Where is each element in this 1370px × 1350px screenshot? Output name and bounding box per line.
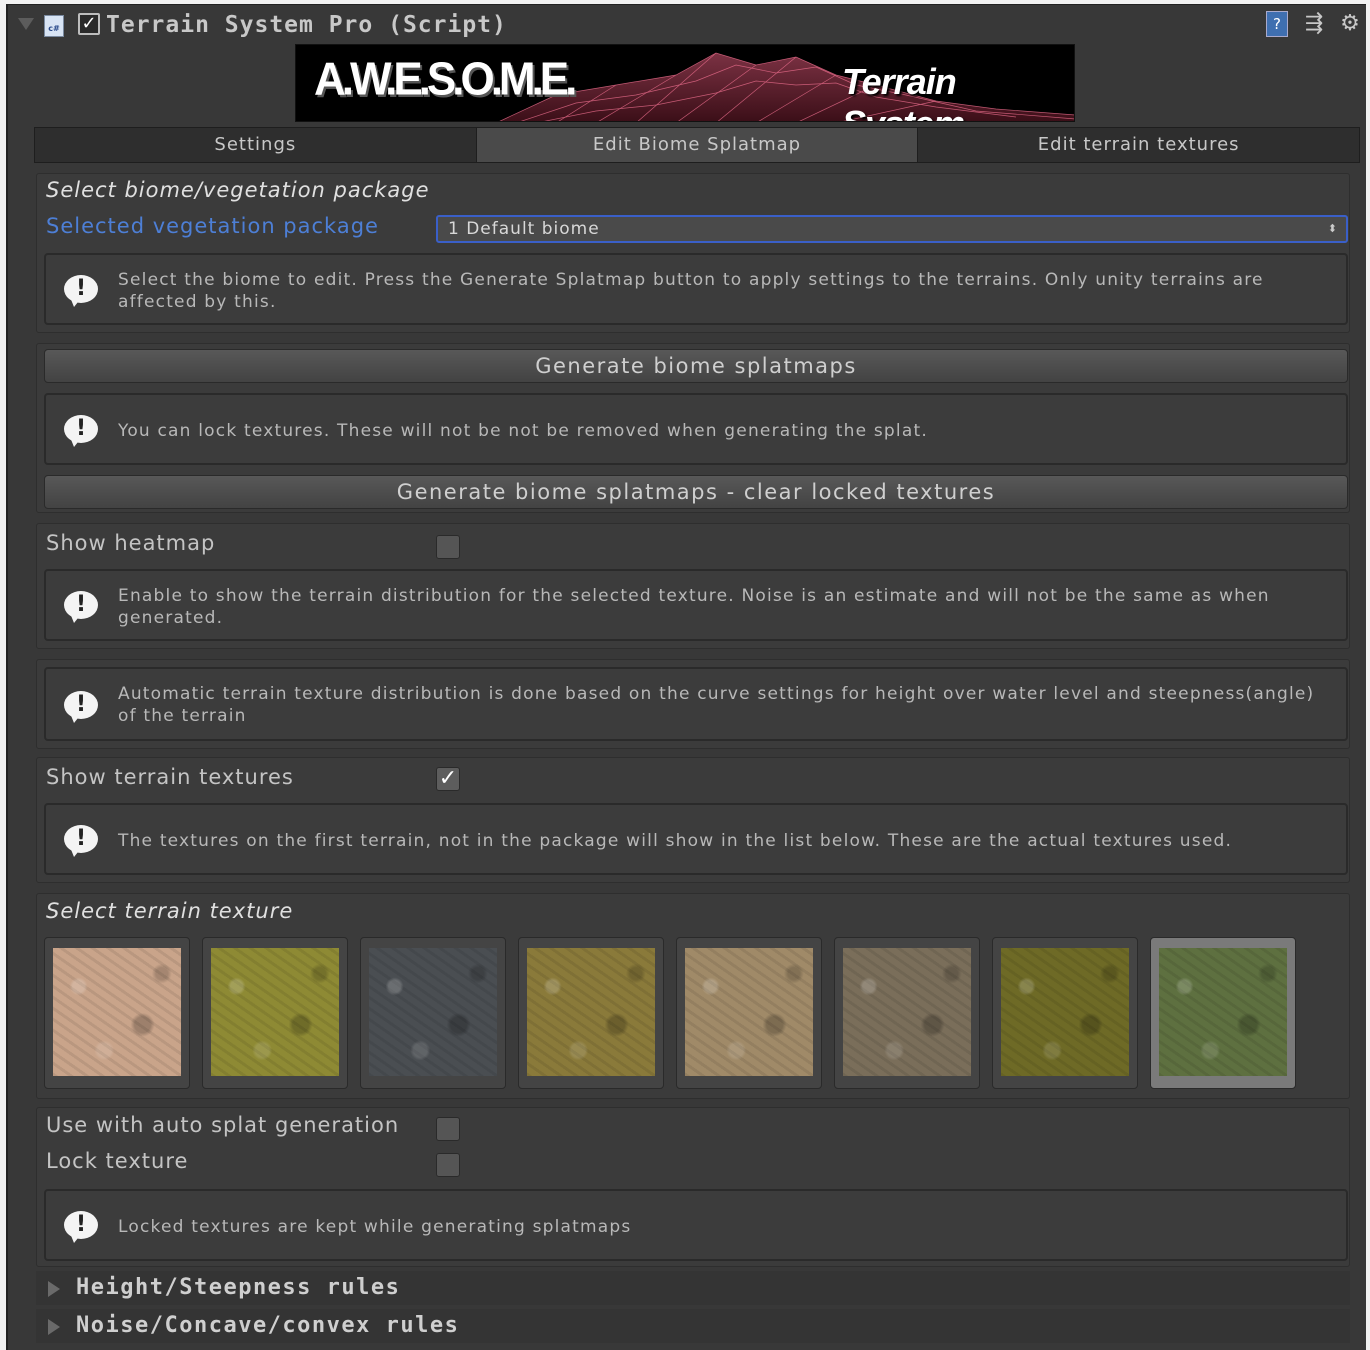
dropdown-caret-icon: ⬍	[1327, 222, 1338, 235]
texture-thumbnail	[211, 948, 339, 1076]
texture-thumbnail	[527, 948, 655, 1076]
texture-tile-sand[interactable]	[44, 937, 190, 1089]
texture-thumbnail	[1159, 948, 1287, 1076]
tab-edit-biome-splatmap[interactable]: Edit Biome Splatmap	[476, 128, 919, 162]
info-icon: !	[64, 275, 98, 307]
show-heatmap-label: Show heatmap	[46, 531, 216, 555]
foldout-label: Noise/Concave/convex rules	[76, 1313, 460, 1338]
info-icon: !	[64, 691, 98, 723]
show-terrain-textures-label: Show terrain textures	[46, 765, 294, 789]
texture-tile-rock-dark[interactable]	[360, 937, 506, 1089]
tab-edit-terrain-textures[interactable]: Edit terrain textures	[918, 128, 1360, 162]
heatmap-help-text: Enable to show the terrain distribution …	[118, 586, 1270, 628]
presets-icon[interactable]: ⇶	[1302, 11, 1326, 37]
show-terrain-textures-checkbox[interactable]: ✓	[436, 767, 460, 791]
auto-distribution-helpbox: ! Automatic terrain texture distribution…	[44, 667, 1348, 741]
locked-textures-helpbox: ! Locked textures are kept while generat…	[44, 1189, 1348, 1261]
biome-help-text: Select the biome to edit. Press the Gene…	[118, 270, 1264, 312]
vegetation-package-dropdown[interactable]: 1 Default biome ⬍	[436, 215, 1348, 243]
component-header: c# ✓ Terrain System Pro (Script) ? ⇶ ⚙	[8, 5, 1366, 45]
texture-tile-dry-grass[interactable]	[518, 937, 664, 1089]
tab-bar: Settings Edit Biome Splatmap Edit terrai…	[34, 127, 1360, 163]
banner-terrain-system-text: Terrain System	[842, 61, 965, 121]
texture-thumbnail	[843, 948, 971, 1076]
show-heatmap-checkbox[interactable]	[436, 535, 460, 559]
selected-package-label: Selected vegetation package	[46, 214, 379, 238]
height-steepness-foldout[interactable]: Height/Steepness rules	[36, 1271, 1350, 1305]
locked-textures-help-text: Locked textures are kept while generatin…	[118, 1217, 632, 1237]
inspector-panel: c# ✓ Terrain System Pro (Script) ? ⇶ ⚙ A…	[6, 4, 1366, 1350]
texture-picker-title: Select terrain texture	[46, 899, 294, 923]
auto-splat-label: Use with auto splat generation	[46, 1113, 400, 1137]
texture-tile-yellow-stones[interactable]	[992, 937, 1138, 1089]
lock-helpbox: ! You can lock textures. These will not …	[44, 393, 1348, 465]
texture-thumbnail	[53, 948, 181, 1076]
heatmap-helpbox: ! Enable to show the terrain distributio…	[44, 569, 1348, 641]
banner-awesome-text: A.W.E.S.O.M.E.	[314, 53, 577, 106]
info-icon: !	[64, 591, 98, 623]
texture-tile-grass-rocks[interactable]	[1150, 937, 1296, 1089]
terrain-textures-helpbox: ! The textures on the first terrain, not…	[44, 803, 1348, 875]
generate-clear-locked-button[interactable]: Generate biome splatmaps - clear locked …	[44, 475, 1348, 509]
texture-thumbnail	[685, 948, 813, 1076]
noise-concave-convex-foldout[interactable]: Noise/Concave/convex rules	[36, 1309, 1350, 1343]
texture-thumbnail	[369, 948, 497, 1076]
lock-help-text: You can lock textures. These will not be…	[118, 421, 928, 441]
help-book-icon[interactable]: ?	[1266, 11, 1288, 37]
gear-icon[interactable]: ⚙	[1336, 11, 1364, 37]
texture-tile-cracked-earth[interactable]	[676, 937, 822, 1089]
texture-tile-pebbles[interactable]	[834, 937, 980, 1089]
info-icon: !	[64, 825, 98, 857]
texture-thumbnail	[1001, 948, 1129, 1076]
component-foldout-arrow-icon[interactable]	[18, 18, 34, 30]
dropdown-value: 1 Default biome	[448, 219, 600, 239]
generate-biome-splatmaps-button[interactable]: Generate biome splatmaps	[44, 349, 1348, 383]
lock-texture-checkbox[interactable]	[436, 1153, 460, 1177]
info-icon: !	[64, 1211, 98, 1243]
terrain-textures-help-text: The textures on the first terrain, not i…	[118, 831, 1233, 851]
tab-settings[interactable]: Settings	[35, 128, 477, 162]
component-enabled-checkbox[interactable]: ✓	[78, 13, 100, 35]
auto-splat-checkbox[interactable]	[436, 1117, 460, 1141]
info-icon: !	[64, 415, 98, 447]
lock-texture-label: Lock texture	[46, 1149, 189, 1173]
biome-helpbox: ! Select the biome to edit. Press the Ge…	[44, 253, 1348, 325]
biome-section-title: Select biome/vegetation package	[46, 178, 430, 202]
texture-tile-grass-moss[interactable]	[202, 937, 348, 1089]
foldout-arrow-icon	[48, 1281, 60, 1297]
auto-distribution-help-text: Automatic terrain texture distribution i…	[118, 684, 1315, 726]
awesome-terrain-banner: A.W.E.S.O.M.E. Terrain System	[295, 44, 1075, 122]
component-title: Terrain System Pro (Script)	[106, 12, 507, 38]
foldout-label: Height/Steepness rules	[76, 1275, 401, 1300]
foldout-arrow-icon	[48, 1319, 60, 1335]
csharp-script-icon: c#	[44, 15, 64, 37]
